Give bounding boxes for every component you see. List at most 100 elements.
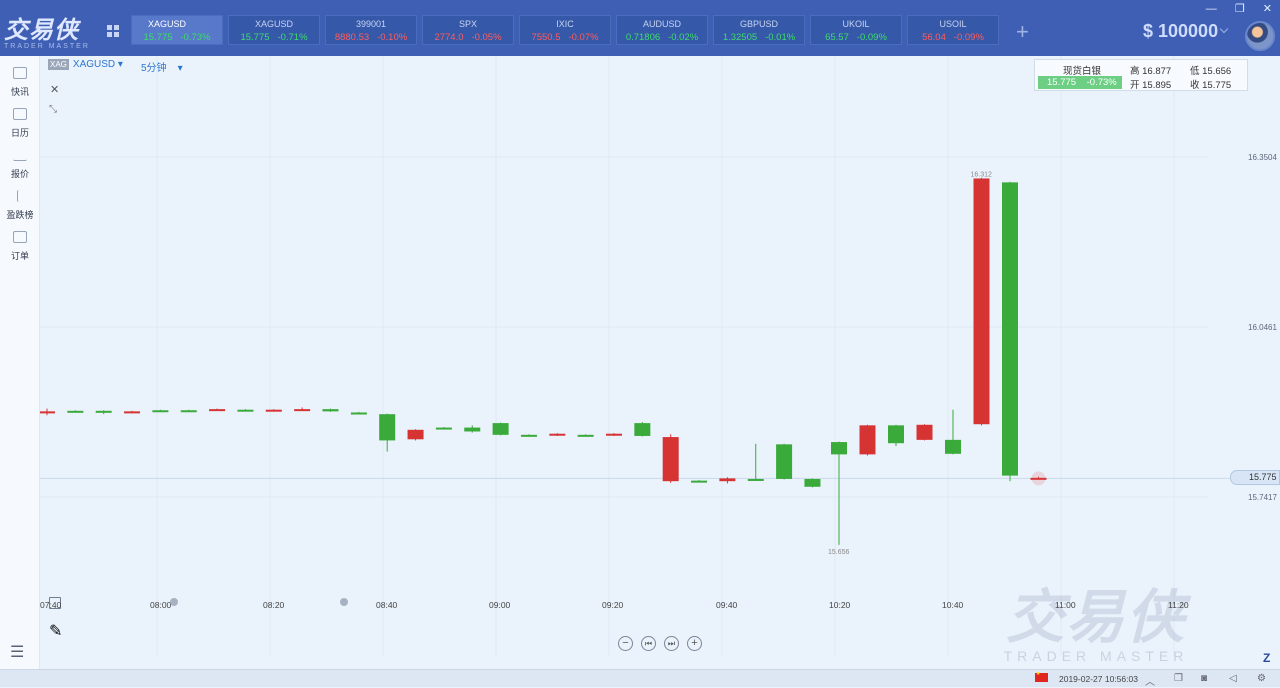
candle [776, 443, 793, 480]
sidebar-item-ranking[interactable]: 盈跌榜 [0, 190, 40, 221]
candle [435, 427, 452, 430]
candle-body [691, 480, 708, 483]
tab-change: -0.09% [953, 32, 984, 43]
tab-symbol: SPX [458, 19, 477, 29]
candle-body [549, 433, 566, 436]
tab-quote: 0.71806 -0.02% [617, 32, 707, 43]
candle [691, 480, 708, 483]
restore-icon[interactable]: ❐ [1235, 2, 1245, 15]
account-balance[interactable]: $ 100000 [1143, 21, 1218, 42]
tab-gbpusd[interactable]: GBPUSD 1.32505 -0.01% [713, 15, 805, 45]
sound-icon[interactable]: ◁ [1229, 673, 1237, 684]
candle-body [776, 444, 793, 479]
candle [831, 441, 847, 545]
info-change: -0.73% [1086, 77, 1117, 88]
candle-body [124, 411, 141, 414]
candle [124, 410, 141, 414]
top-bar: 交易侠 TRADER MASTER XAGUSD 15.775 -0.73% XAG… [0, 0, 1280, 56]
candle [379, 413, 396, 452]
close-icon[interactable]: ✕ [50, 83, 59, 96]
timeframe-selector[interactable]: 5分钟 ▾ [141, 59, 183, 74]
tab-quote: 8880.53 -0.10% [326, 32, 416, 43]
window-controls: — ❐ ✕ [1191, 2, 1272, 15]
grid-menu-icon[interactable] [107, 25, 121, 39]
minimize-icon[interactable]: — [1206, 3, 1217, 15]
chevron-up-icon[interactable]: ︿ [1145, 673, 1155, 688]
candle [945, 409, 961, 455]
candle [859, 424, 876, 456]
price-axis-label: 16.0461 [1248, 323, 1277, 332]
tab-symbol: 399001 [355, 19, 387, 29]
tab-ukoil[interactable]: UKOIL 65.57 -0.09% [810, 15, 902, 45]
candle-body [916, 424, 933, 440]
sidebar-item-calendar[interactable]: 日历 [0, 108, 40, 139]
settings-gear-icon[interactable]: ⚙ [1257, 673, 1266, 684]
sidebar-item-quotes[interactable]: 报价 [0, 149, 40, 180]
scroll-marker[interactable] [170, 598, 178, 606]
tab-price: 8880.53 [334, 32, 370, 43]
zoom-in-icon[interactable]: + [687, 636, 702, 651]
close-window-icon[interactable]: ✕ [1263, 2, 1272, 15]
price-axis-label: 15.7417 [1248, 493, 1277, 502]
candle [209, 408, 226, 412]
candle [237, 409, 254, 412]
drawing-tool-icon[interactable]: ✎ [49, 621, 62, 640]
sidebar-item-label: 日历 [10, 128, 29, 138]
status-datetime: 2019-02-27 10:56:03 [1059, 674, 1138, 684]
tab-spx[interactable]: SPX 2774.0 -0.05% [422, 15, 514, 45]
tab-ixic[interactable]: IXIC 7550.5 -0.07% [519, 15, 611, 45]
info-open: 开 15.895 [1130, 80, 1172, 91]
candle-body [152, 410, 169, 413]
china-flag-icon[interactable] [1035, 671, 1048, 682]
tab-xagusd[interactable]: XAGUSD 15.775 -0.71% [228, 15, 320, 45]
zoom-out-icon[interactable]: − [618, 636, 633, 651]
avatar[interactable] [1245, 21, 1275, 51]
candle-body [747, 478, 764, 481]
tab-symbol: XAGUSD [148, 19, 187, 29]
sidebar-item-news[interactable]: 快讯 [0, 67, 40, 98]
quote-chart-icon [13, 149, 27, 161]
scroll-start-icon[interactable]: ⏮ [641, 636, 656, 651]
camera-icon[interactable]: ◙ [1201, 673, 1207, 684]
add-tab-icon[interactable]: + [1016, 19, 1029, 45]
time-axis-label: 09:20 [602, 600, 624, 610]
tab-quote: 2774.0 -0.05% [423, 32, 513, 43]
scroll-end-icon[interactable]: ⏭ [664, 636, 679, 651]
app-logo: 交易侠 TRADER MASTER [4, 10, 90, 52]
sidebar-item-label: 快讯 [10, 87, 29, 97]
scroll-marker[interactable] [340, 598, 348, 606]
sidebar-item-label: 订单 [10, 251, 29, 261]
tab-symbol: IXIC [556, 19, 574, 29]
info-high: 高 16.877 [1130, 66, 1172, 77]
tab-399001[interactable]: 399001 8880.53 -0.10% [325, 15, 417, 45]
candle [606, 433, 622, 436]
time-axis-label: 10:20 [829, 600, 851, 610]
tab-audusd[interactable]: AUDUSD 0.71806 -0.02% [616, 15, 708, 45]
tab-price: 15.775 [240, 32, 270, 43]
time-axis-label: 07:40 [40, 600, 62, 610]
timeframe-label: 5分钟 [141, 63, 167, 74]
tab-price: 1.32505 [722, 32, 758, 43]
tab-quote: 7550.5 -0.07% [520, 32, 610, 43]
hamburger-menu-icon[interactable]: ☰ [10, 642, 24, 662]
sidebar-item-orders[interactable]: 订单 [0, 231, 40, 262]
tab-usoil[interactable]: USOIL 56.04 -0.09% [907, 15, 999, 45]
tab-quote: 15.775 -0.71% [229, 32, 319, 43]
info-price: 15.775 [1047, 77, 1077, 88]
chart-area[interactable]: 16.312 15.656 XAG XAGUSD ▾ 5分钟 ▾ ✕ ⤡ 现货白银 … [40, 56, 1280, 669]
window-icon[interactable]: ❐ [1174, 673, 1183, 684]
chart-symbol-selector[interactable]: XAG XAGUSD ▾ [48, 59, 123, 70]
watermark-subtext: TRADER MASTER [1003, 648, 1189, 664]
candle [916, 424, 933, 441]
collapse-icon[interactable]: ⤡ [49, 104, 57, 115]
time-axis-label: 09:40 [716, 600, 738, 610]
candle-body [265, 409, 282, 412]
candle-body [634, 423, 651, 436]
chevron-down-icon[interactable] [1219, 24, 1229, 34]
candle [407, 429, 424, 441]
candle-body [1002, 182, 1018, 476]
candle [67, 410, 84, 413]
tab-xagusd[interactable]: XAGUSD 15.775 -0.73% [131, 15, 223, 45]
candle [804, 478, 821, 488]
candle [294, 407, 311, 412]
